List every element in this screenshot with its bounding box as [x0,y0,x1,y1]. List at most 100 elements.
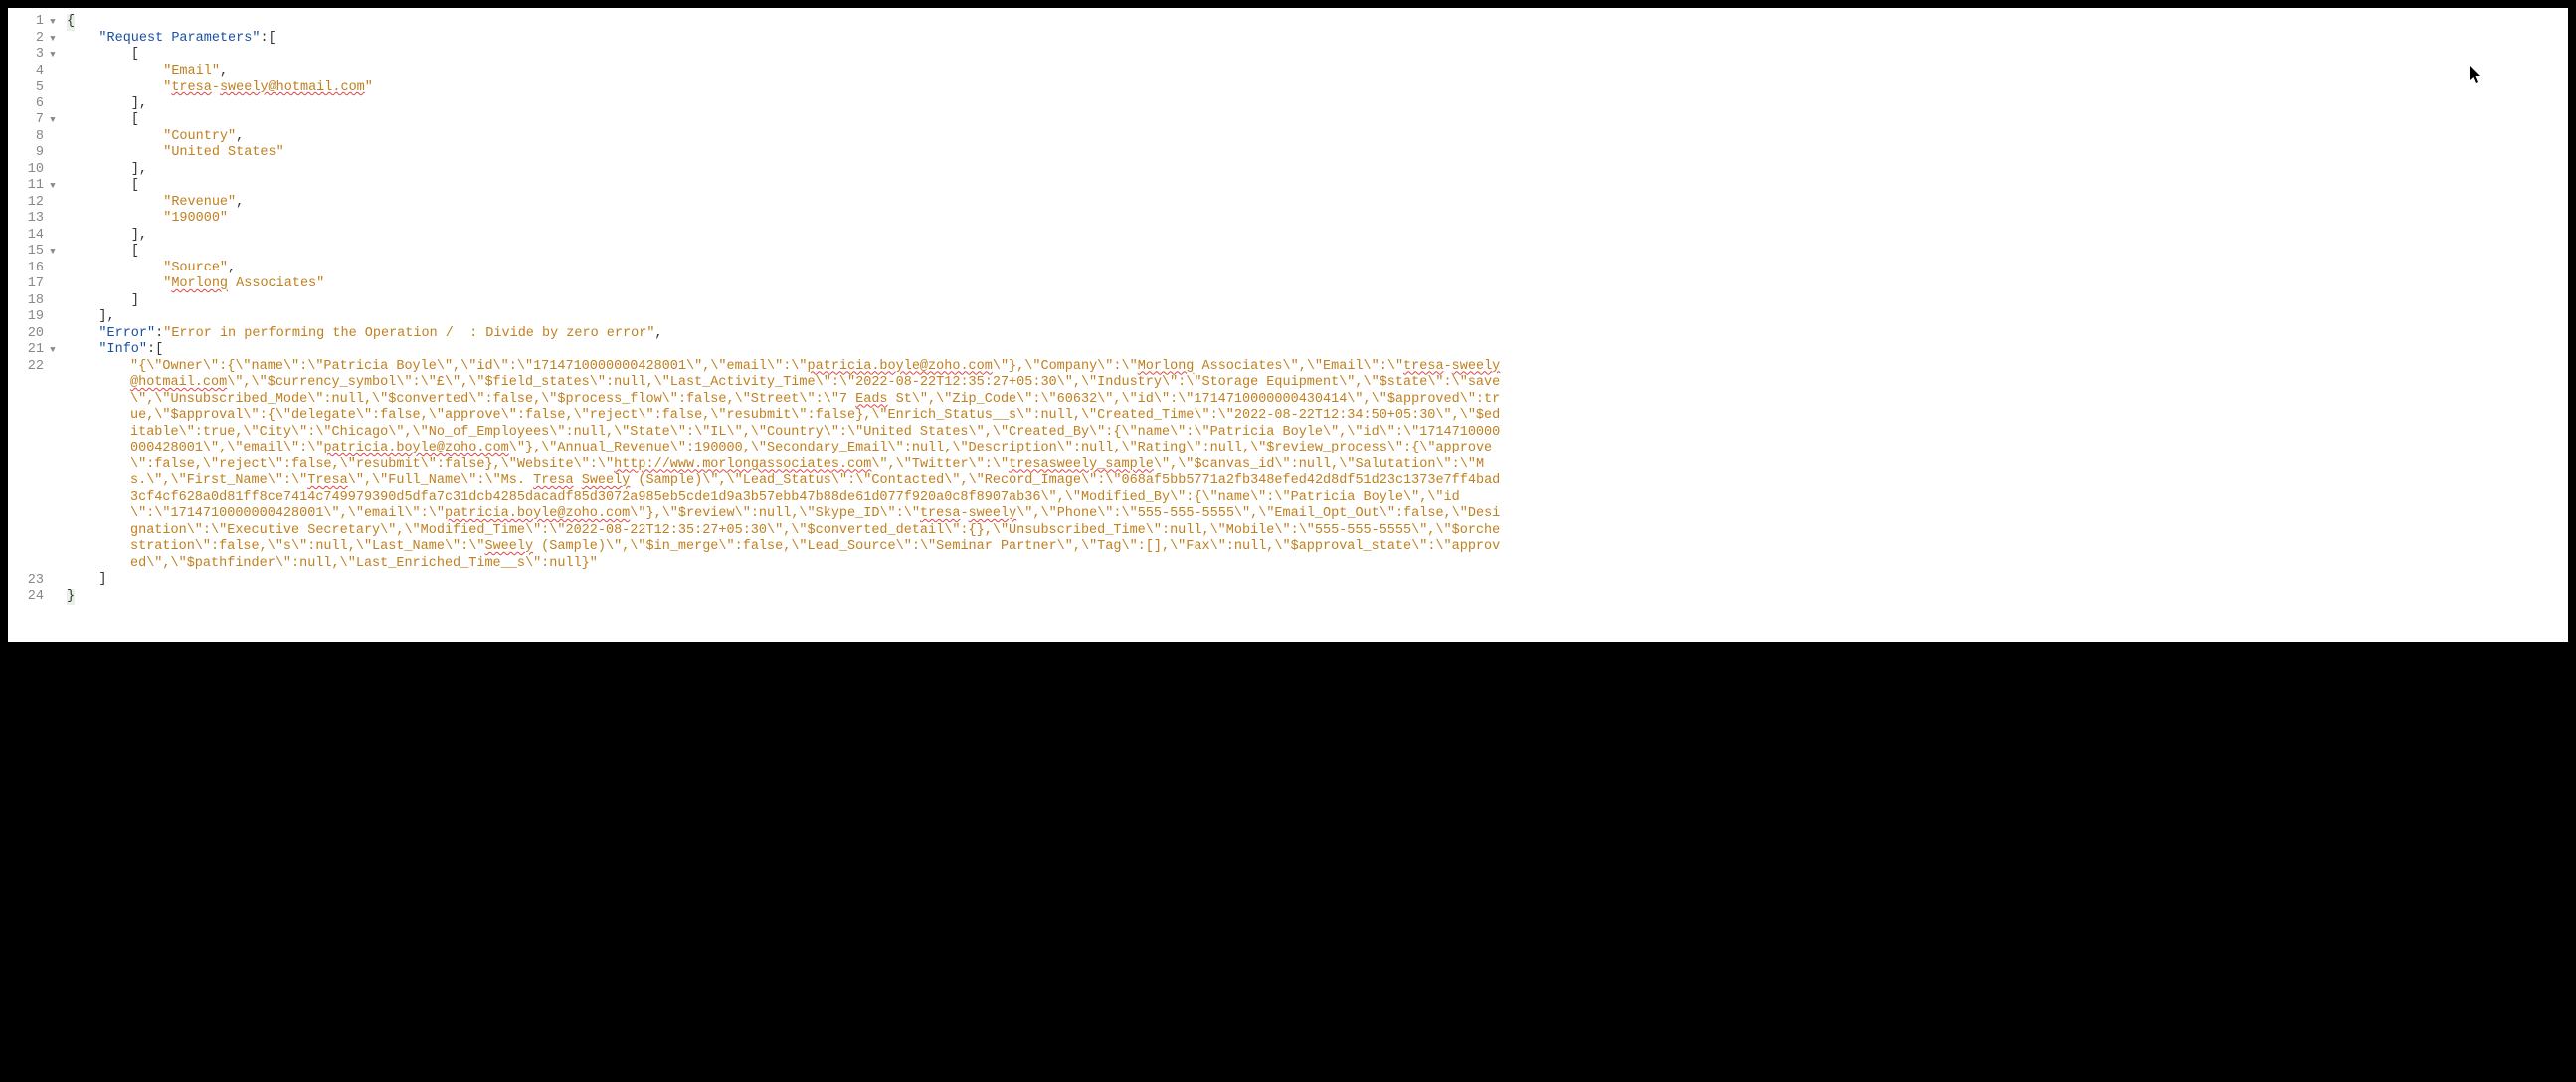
info-json-string: "{\"Owner\":{\"name\":\"Patricia Boyle\"… [130,359,1500,571]
code-line-19[interactable]: ], [67,309,2568,326]
code-line-11[interactable]: [ [67,178,2568,195]
token: "Request Parameters" [98,31,260,48]
spellcheck-flag: sweely [969,506,1017,521]
fold-toggle-icon[interactable]: ▼ [46,178,60,195]
code-line-3[interactable]: [ [67,47,2568,64]
token: tresa [171,80,212,96]
code-area[interactable]: { "Request Parameters":[ [ "Email", "tre… [63,8,2568,642]
spellcheck-flag: Tresa [307,473,348,488]
token: - [212,80,220,96]
gutter-line-16: 16 [8,261,63,277]
code-line-8[interactable]: "Country", [67,129,2568,146]
code-line-7[interactable]: [ [67,112,2568,129]
token: " [163,80,171,96]
token: \",\"Twitter\":\" [871,457,1009,472]
gutter-line-4: 4 [8,64,63,81]
line-number: 18 [10,293,44,310]
spellcheck-flag: Sweely [484,539,533,554]
code-line-5[interactable]: "tresa-sweely@hotmail.com" [67,80,2568,96]
fold-toggle-icon[interactable]: ▼ [46,14,60,31]
line-number: 10 [10,162,44,179]
line-number: 22 [10,359,44,376]
line-number: 1 [10,14,44,31]
token: , [654,326,662,343]
line-number: 3 [10,47,44,64]
fold-toggle-icon[interactable]: ▼ [46,31,60,48]
token: [ [131,112,139,129]
line-number: 11 [10,178,44,195]
line-number: 17 [10,276,44,293]
gutter-line-2: 2▼ [8,31,63,48]
token: { [67,14,75,31]
code-line-22[interactable]: "{\"Owner\":{\"name\":\"Patricia Boyle\"… [67,359,1524,573]
line-number: 16 [10,261,44,277]
gutter-line-20: 20 [8,326,63,343]
line-number: 24 [10,589,44,606]
code-line-9[interactable]: "United States" [67,145,2568,162]
line-number: 21 [10,342,44,359]
token: ], [98,309,114,326]
token: Associates\",\"Email\":\" [1194,359,1403,374]
code-line-23[interactable]: ] [67,572,2568,589]
gutter-line-11: 11▼ [8,178,63,195]
line-number: 19 [10,309,44,326]
spellcheck-flag: Sweely [582,473,631,488]
token: "United States" [163,145,284,162]
gutter-line-21: 21▼ [8,342,63,359]
gutter-line-18: 18 [8,293,63,310]
gutter: 1▼2▼3▼4567▼891011▼12131415▼161718192021▼… [8,8,63,642]
token: , [228,261,236,277]
code-line-14[interactable]: ], [67,228,2568,245]
gutter-line-7: 7▼ [8,112,63,129]
token: " [163,276,171,293]
line-number: 9 [10,145,44,162]
fold-toggle-icon[interactable]: ▼ [46,342,60,359]
json-editor[interactable]: 1▼2▼3▼4567▼891011▼12131415▼161718192021▼… [8,8,2568,642]
gutter-line-13: 13 [8,211,63,228]
code-line-16[interactable]: "Source", [67,261,2568,277]
code-line-12[interactable]: "Revenue", [67,195,2568,212]
code-line-4[interactable]: "Email", [67,64,2568,81]
code-line-2[interactable]: "Request Parameters":[ [67,31,2568,48]
gutter-line-5: 5 [8,80,63,96]
spellcheck-flag: Eads [855,392,887,407]
fold-toggle-icon[interactable]: ▼ [46,244,60,261]
code-line-17[interactable]: "Morlong Associates" [67,276,2568,293]
code-line-1[interactable]: { [67,14,2568,31]
token: \",\"Full_Name\":\"Ms. [348,473,533,488]
line-number: 14 [10,228,44,245]
token: ], [131,228,147,245]
token: \"},\"$review\":null,\"Skype_ID\":\" [630,506,920,521]
code-line-6[interactable]: ], [67,96,2568,113]
token: "Email" [163,64,220,81]
token: , [236,129,244,146]
code-line-21[interactable]: "Info":[ [67,342,2568,359]
token: - [960,506,968,521]
code-line-20[interactable]: "Error":"Error in performing the Operati… [67,326,2568,343]
token: "190000" [163,211,228,228]
token: " [365,80,373,96]
line-number: 15 [10,244,44,261]
token: "Error in performing the Operation / : D… [163,326,654,343]
token: "Error" [98,326,155,343]
token: :[ [147,342,163,359]
token: [ [131,244,139,261]
line-number: 2 [10,31,44,48]
gutter-line-24: 24 [8,589,63,606]
code-line-13[interactable]: "190000" [67,211,2568,228]
code-line-10[interactable]: ], [67,162,2568,179]
fold-toggle-icon[interactable]: ▼ [46,112,60,129]
line-number: 20 [10,326,44,343]
fold-toggle-icon[interactable]: ▼ [46,47,60,64]
spellcheck-flag: Morlong [1138,359,1195,374]
code-line-24[interactable]: } [67,589,2568,606]
token: "Info" [98,342,147,359]
gutter-line-9: 9 [8,145,63,162]
line-number: 13 [10,211,44,228]
gutter-line-3: 3▼ [8,47,63,64]
code-line-15[interactable]: [ [67,244,2568,261]
token: Associates" [228,276,324,293]
code-line-18[interactable]: ] [67,293,2568,310]
gutter-line-14: 14 [8,228,63,245]
spellcheck-flag: tresa [920,506,961,521]
